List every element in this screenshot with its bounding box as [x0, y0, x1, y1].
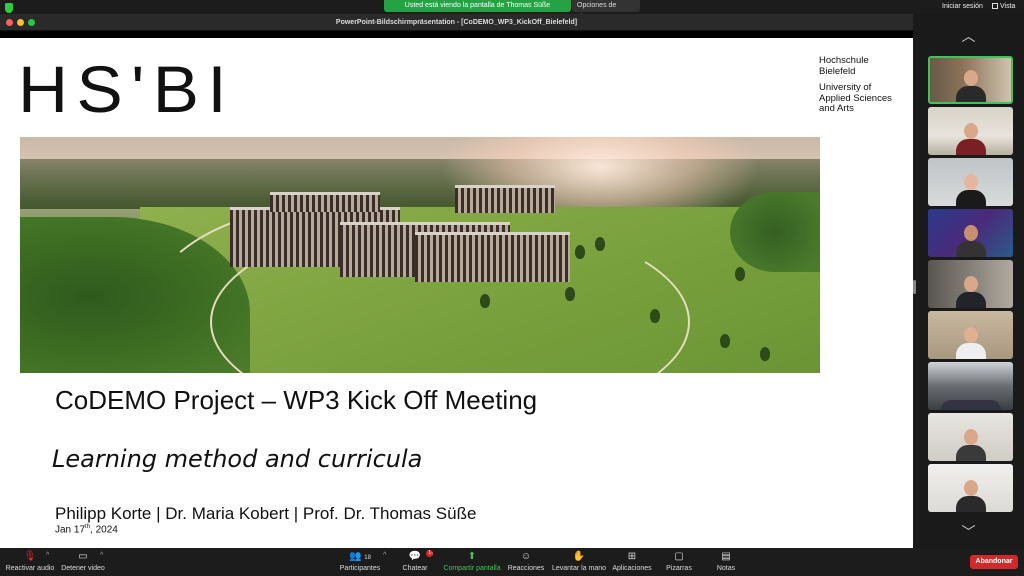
- participant-video-tile[interactable]: [928, 260, 1013, 308]
- view-options-button[interactable]: Opciones de vista⌄: [572, 0, 640, 21]
- institution-en-line-3: and Arts: [819, 103, 854, 114]
- participant-video-tile[interactable]: [928, 362, 1013, 410]
- reactions-button[interactable]: ☺ Reacciones: [506, 551, 546, 572]
- shared-screen-window: PowerPoint-Bildschirmpräsentation - [CoD…: [0, 14, 913, 548]
- chat-button[interactable]: 💬 1 Chatear: [400, 550, 433, 572]
- institution-line-2: Bielefeld: [819, 65, 856, 77]
- share-screen-icon: ⬆: [467, 551, 477, 562]
- participant-video-tile[interactable]: [928, 413, 1013, 461]
- slide-date: Jan 17th, 2024: [55, 524, 118, 536]
- hand-icon: ✋: [572, 551, 586, 562]
- participant-gallery: ︿ ﹀: [913, 14, 1024, 548]
- apps-button[interactable]: ⊞ Aplicaciones: [611, 551, 653, 572]
- participant-video-tile[interactable]: [928, 464, 1013, 512]
- participant-video-tile[interactable]: [928, 311, 1013, 359]
- view-button[interactable]: Vista: [992, 3, 1015, 10]
- scroll-up-button[interactable]: ︿: [962, 26, 976, 46]
- participants-count: 18: [364, 555, 371, 561]
- participant-video-tile[interactable]: [928, 56, 1013, 104]
- slide-subtitle: Learning method and curricula: [52, 445, 423, 473]
- share-banner: Usted está viendo la pantalla de Thomas …: [384, 0, 571, 12]
- institution-name: Hochschule Bielefeld University of Appli…: [819, 55, 892, 115]
- chat-bubble-icon: 💬 1: [400, 550, 433, 563]
- campus-aerial-photo: [20, 137, 820, 373]
- slide-title: CoDEMO Project – WP3 Kick Off Meeting: [55, 385, 538, 415]
- slide-top-border: [0, 31, 913, 38]
- shield-icon[interactable]: [5, 3, 13, 13]
- participants-button[interactable]: 👥 18 Participantes: [338, 551, 382, 572]
- whiteboards-button[interactable]: ▢ Pizarras: [662, 551, 696, 572]
- notes-icon: ▤: [721, 551, 731, 562]
- institution-en-line-1: University of: [819, 82, 872, 93]
- raise-hand-button[interactable]: ✋ Levantar la mano: [551, 551, 607, 572]
- leave-meeting-button[interactable]: Abandonar: [970, 555, 1018, 569]
- meeting-toolbar: 🎙 Reactivar audio ^ ▭ Detener video ^ 👥 …: [0, 548, 1024, 576]
- share-screen-button[interactable]: ⬆ Compartir pantalla: [443, 551, 501, 572]
- grid-icon: [992, 3, 998, 9]
- slide-authors: Philipp Korte | Dr. Maria Kobert | Prof.…: [55, 504, 477, 523]
- presentation-slide: HS'BI Hochschule Bielefeld University of…: [0, 38, 913, 548]
- apps-icon: ⊞: [627, 551, 637, 562]
- participant-video-tile[interactable]: [928, 107, 1013, 155]
- smiley-icon: ☺: [520, 551, 532, 562]
- institution-line-1: Hochschule: [819, 55, 869, 66]
- people-icon: 👥: [349, 551, 362, 562]
- participant-video-tile[interactable]: [928, 209, 1013, 257]
- window-title: PowerPoint-Bildschirmpräsentation - [CoD…: [335, 19, 578, 26]
- notes-button[interactable]: ▤ Notas: [711, 551, 741, 572]
- hsbi-logo: HS'BI: [18, 52, 235, 126]
- scroll-down-button[interactable]: ﹀: [962, 522, 976, 542]
- signin-link[interactable]: Iniciar sesión: [942, 3, 983, 10]
- whiteboard-icon: ▢: [674, 551, 684, 562]
- view-label: Vista: [1000, 3, 1016, 10]
- gallery-resize-handle[interactable]: [913, 280, 916, 294]
- window-titlebar: PowerPoint-Bildschirmpräsentation - [CoD…: [0, 14, 913, 31]
- participant-video-tile[interactable]: [928, 158, 1013, 206]
